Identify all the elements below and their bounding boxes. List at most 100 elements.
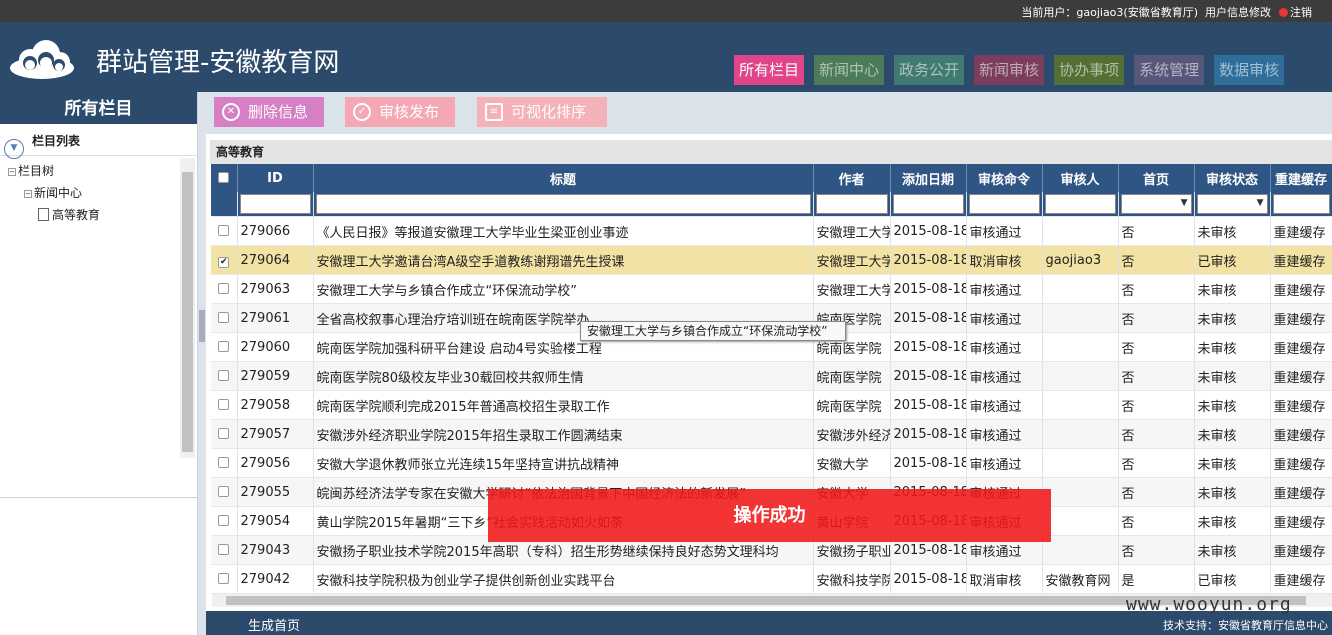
- nav-tab[interactable]: 协办事项: [1054, 55, 1125, 85]
- row-checkbox[interactable]: ✔: [218, 257, 230, 268]
- command-cell[interactable]: 审核通过: [966, 390, 1043, 420]
- visual-sort-button[interactable]: ≡ 可视化排序: [477, 97, 607, 127]
- row-checkbox[interactable]: [218, 572, 230, 584]
- cache-cell[interactable]: 重建缓存: [1270, 332, 1332, 362]
- sidebar-scroll-thumb[interactable]: [182, 172, 193, 452]
- author-cell: 安徽大学: [813, 448, 891, 478]
- generate-homepage-link[interactable]: 生成首页: [248, 615, 300, 634]
- cache-cell[interactable]: 重建缓存: [1270, 535, 1332, 565]
- cache-filter-input[interactable]: [1272, 194, 1330, 214]
- select-all-checkbox[interactable]: [218, 171, 230, 183]
- review-publish-button[interactable]: ✓ 审核发布: [345, 97, 455, 127]
- table-row[interactable]: 279056 安徽大学退休教师张立光连续15年坚持宣讲抗战精神 安徽大学 2015-0…: [211, 448, 1332, 478]
- row-checkbox[interactable]: [218, 514, 230, 526]
- sidebar-scrollbar[interactable]: [180, 158, 195, 458]
- homepage-filter-select[interactable]: [1120, 194, 1192, 214]
- status-filter-select[interactable]: [1196, 194, 1268, 214]
- cache-cell[interactable]: 重建缓存: [1270, 245, 1332, 275]
- column-header-author[interactable]: 作者: [813, 164, 891, 192]
- status-cell: 未审核: [1194, 274, 1271, 304]
- row-checkbox[interactable]: [218, 224, 230, 236]
- column-list-title[interactable]: ▼ 栏目列表: [0, 126, 197, 159]
- table-row[interactable]: 279058 皖南医学院顺利完成2015年普通高校招生录取工作 皖南医学院 2015-…: [211, 390, 1332, 420]
- command-cell[interactable]: 取消审核: [966, 564, 1043, 594]
- cache-cell[interactable]: 重建缓存: [1270, 274, 1332, 304]
- select-all-header[interactable]: [211, 164, 238, 192]
- title-cell[interactable]: 皖南医学院80级校友毕业30载回校共叙师生情: [313, 361, 814, 391]
- row-checkbox[interactable]: [218, 485, 230, 497]
- nav-tab[interactable]: 所有栏目: [734, 55, 805, 85]
- collapse-icon[interactable]: ▼: [4, 139, 24, 159]
- tree-toggle-icon[interactable]: −: [8, 168, 16, 176]
- author-filter-input[interactable]: [815, 194, 888, 214]
- cache-cell[interactable]: 重建缓存: [1270, 448, 1332, 478]
- row-checkbox[interactable]: [218, 543, 230, 555]
- date-filter-input[interactable]: [892, 194, 964, 214]
- command-cell[interactable]: 审核通过: [966, 332, 1043, 362]
- tree-toggle-icon[interactable]: −: [24, 190, 32, 198]
- tree-node-root[interactable]: − 栏目树: [0, 160, 180, 182]
- table-row[interactable]: 279042 安徽科技学院积极为创业学子提供创新创业实践平台 安徽科技学院 2015-…: [211, 564, 1332, 594]
- row-checkbox[interactable]: [218, 282, 230, 294]
- id-filter-input[interactable]: [239, 194, 311, 214]
- title-filter-input[interactable]: [315, 194, 811, 214]
- table-row[interactable]: 279066 《人民日报》等报道安徽理工大学毕业生梁亚创业事迹 安徽理工大学 2015…: [211, 216, 1332, 246]
- command-cell[interactable]: 审核通过: [966, 448, 1043, 478]
- command-cell[interactable]: 取消审核: [966, 245, 1043, 275]
- command-cell[interactable]: 审核通过: [966, 303, 1043, 333]
- logout-link[interactable]: 注销: [1290, 6, 1312, 19]
- nav-tab[interactable]: 新闻中心: [814, 55, 885, 85]
- cache-cell[interactable]: 重建缓存: [1270, 361, 1332, 391]
- column-header-cache[interactable]: 重建缓存: [1270, 164, 1332, 192]
- row-checkbox[interactable]: [218, 311, 230, 323]
- tree-node-higher-education[interactable]: 高等教育: [0, 204, 180, 226]
- row-checkbox[interactable]: [218, 369, 230, 381]
- column-header-homepage[interactable]: 首页: [1118, 164, 1195, 192]
- table-row[interactable]: 279057 安徽涉外经济职业学院2015年招生录取工作圆满结束 安徽涉外经济 201…: [211, 419, 1332, 449]
- cache-cell[interactable]: 重建缓存: [1270, 477, 1332, 507]
- profile-edit-link[interactable]: 用户信息修改: [1205, 6, 1271, 19]
- cache-cell[interactable]: 重建缓存: [1270, 564, 1332, 594]
- column-header-id[interactable]: ID: [237, 164, 314, 192]
- command-cell[interactable]: 审核通过: [966, 361, 1043, 391]
- toolbar: ✕ 删除信息 ✓ 审核发布 ≡ 可视化排序: [206, 92, 1332, 134]
- row-checkbox[interactable]: [218, 456, 230, 468]
- row-checkbox[interactable]: [218, 398, 230, 410]
- nav-tab[interactable]: 数据审核: [1214, 55, 1285, 85]
- title-cell[interactable]: 皖南医学院顺利完成2015年普通高校招生录取工作: [313, 390, 814, 420]
- title-cell[interactable]: 安徽理工大学邀请台湾A级空手道教练谢翔谱先生授课: [313, 245, 814, 275]
- title-cell[interactable]: 《人民日报》等报道安徽理工大学毕业生梁亚创业事迹: [313, 216, 814, 246]
- panel-splitter[interactable]: [198, 92, 206, 635]
- title-cell[interactable]: 安徽科技学院积极为创业学子提供创新创业实践平台: [313, 564, 814, 594]
- delete-button[interactable]: ✕ 删除信息: [214, 97, 324, 127]
- cache-cell[interactable]: 重建缓存: [1270, 216, 1332, 246]
- title-cell[interactable]: 安徽涉外经济职业学院2015年招生录取工作圆满结束: [313, 419, 814, 449]
- column-header-date[interactable]: 添加日期: [890, 164, 967, 192]
- column-header-status[interactable]: 审核状态: [1194, 164, 1271, 192]
- column-header-reviewer[interactable]: 审核人: [1042, 164, 1119, 192]
- command-cell[interactable]: 审核通过: [966, 216, 1043, 246]
- row-checkbox[interactable]: [218, 340, 230, 352]
- tree-node-news-center[interactable]: − 新闻中心: [0, 182, 180, 204]
- splitter-handle[interactable]: [199, 310, 205, 342]
- title-cell[interactable]: 安徽大学退休教师张立光连续15年坚持宣讲抗战精神: [313, 448, 814, 478]
- table-row[interactable]: 279063 安徽理工大学与乡镇合作成立“环保流动学校” 安徽理工大学 2015-08…: [211, 274, 1332, 304]
- command-cell[interactable]: 审核通过: [966, 419, 1043, 449]
- row-select-cell: ✔: [211, 245, 238, 275]
- title-cell[interactable]: 安徽理工大学与乡镇合作成立“环保流动学校”: [313, 274, 814, 304]
- cache-cell[interactable]: 重建缓存: [1270, 303, 1332, 333]
- column-header-command[interactable]: 审核命令: [966, 164, 1043, 192]
- table-row[interactable]: 279059 皖南医学院80级校友毕业30载回校共叙师生情 皖南医学院 2015-08…: [211, 361, 1332, 391]
- reviewer-filter-input[interactable]: [1044, 194, 1116, 214]
- row-checkbox[interactable]: [218, 427, 230, 439]
- cache-cell[interactable]: 重建缓存: [1270, 419, 1332, 449]
- nav-tab[interactable]: 系统管理: [1134, 55, 1205, 85]
- nav-tab[interactable]: 新闻审核: [974, 55, 1045, 85]
- column-header-title[interactable]: 标题: [313, 164, 814, 192]
- command-filter-input[interactable]: [968, 194, 1040, 214]
- nav-tab[interactable]: 政务公开: [894, 55, 965, 85]
- cache-cell[interactable]: 重建缓存: [1270, 390, 1332, 420]
- command-cell[interactable]: 审核通过: [966, 274, 1043, 304]
- table-row[interactable]: ✔ 279064 安徽理工大学邀请台湾A级空手道教练谢翔谱先生授课 安徽理工大学 201…: [211, 245, 1332, 275]
- cache-cell[interactable]: 重建缓存: [1270, 506, 1332, 536]
